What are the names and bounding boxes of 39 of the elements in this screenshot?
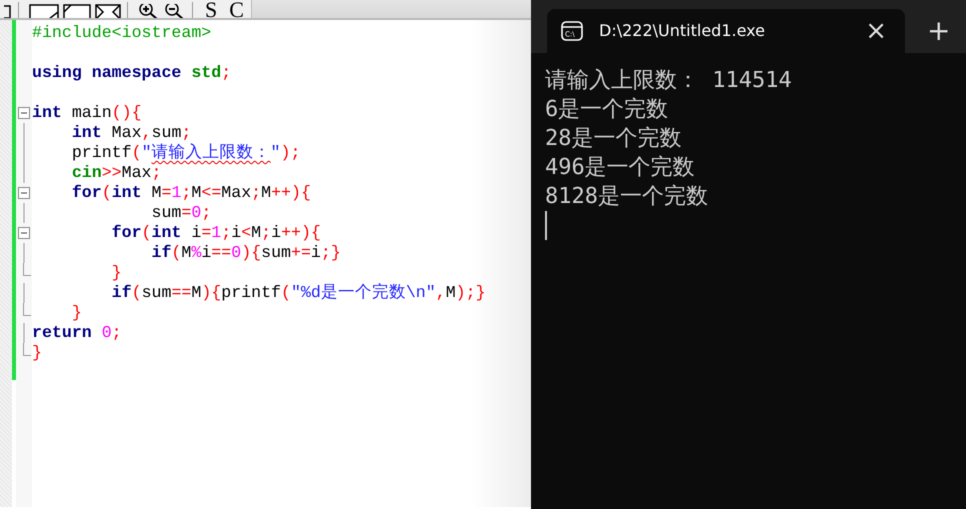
code-line: for(int M=1;M<=Max;M++){ [70, 183, 311, 203]
fold-line [23, 203, 25, 223]
code-line: } [110, 263, 122, 283]
console-output-line: 28是一个完数 [545, 125, 682, 153]
code-line: int Max,sum; [70, 123, 192, 143]
toolbar-letter-button[interactable]: S [205, 0, 218, 18]
toolbar-icon[interactable] [4, 4, 12, 18]
code-line: if(sum==M){printf("%d是一个完数\n",M);} [110, 283, 486, 303]
console-output-line: 496是一个完数 [545, 154, 696, 182]
code-line: for(int i=1;i<M;i++){ [110, 223, 321, 243]
tab-title[interactable]: D:\222\Untitled1.exe [599, 19, 846, 43]
fold-line [23, 323, 25, 343]
fold-toggle[interactable] [18, 187, 30, 199]
zoom-in-icon[interactable] [138, 4, 160, 18]
fold-toggle[interactable] [18, 107, 30, 119]
fold-line [23, 243, 25, 263]
fold-toggle[interactable] [18, 227, 30, 239]
code-line: } [70, 303, 82, 323]
console-output-line: 请输入上限数： 114514 [545, 67, 793, 95]
close-tab-button[interactable]: × [861, 18, 891, 44]
console-output-line: 8128是一个完数 [545, 183, 709, 211]
code-line: int main(){ [32, 103, 142, 123]
code-line: sum=0; [150, 203, 212, 223]
code-line: printf("请输入上限数："); [70, 143, 300, 163]
toolbar-letter-button[interactable]: C [229, 0, 244, 18]
window-icon[interactable] [29, 4, 59, 18]
window-icon[interactable] [63, 4, 91, 18]
code-line: #include<iostream> [32, 23, 212, 43]
text-cursor [545, 211, 547, 240]
code-line: return 0; [32, 323, 122, 343]
code-line: if(M%i==0){sum+=i;} [150, 243, 341, 263]
zoom-out-icon[interactable] [164, 4, 186, 18]
code-line: using namespace std; [32, 63, 232, 83]
new-tab-button[interactable]: + [921, 17, 956, 45]
expand-icon[interactable] [95, 4, 121, 18]
code-line: } [32, 343, 42, 363]
console-output-line: 6是一个完数 [545, 96, 670, 124]
fold-line [23, 283, 25, 303]
code-line: cin>>Max; [70, 163, 162, 183]
